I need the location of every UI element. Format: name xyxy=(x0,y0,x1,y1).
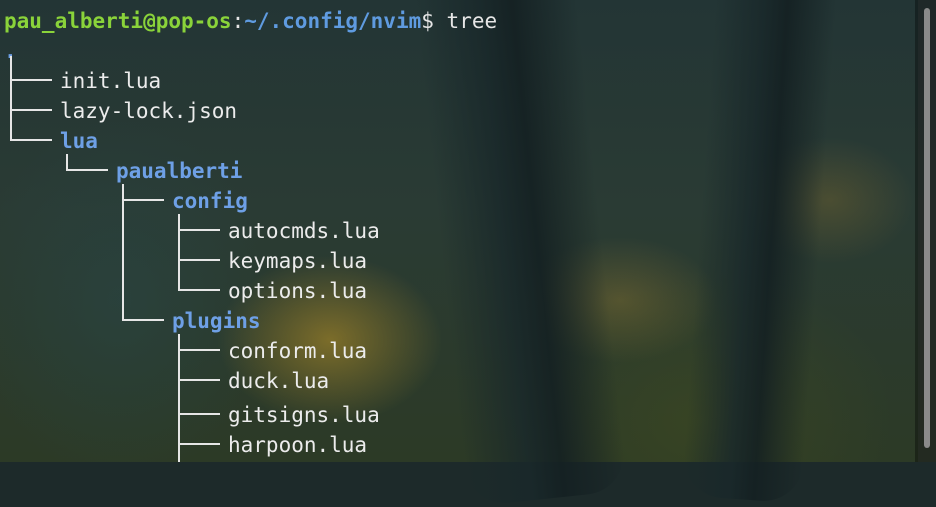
tree-file: harpoon.lua xyxy=(228,433,368,457)
tree-guide xyxy=(10,139,52,141)
tree-guide xyxy=(178,289,220,291)
tree-file: duck.lua xyxy=(228,369,330,393)
tree-guide xyxy=(178,396,180,462)
scrollbar-thumb[interactable] xyxy=(924,8,930,448)
tree-file: gitsigns.lua xyxy=(228,403,380,427)
command-text: tree xyxy=(433,9,498,33)
tree-guide xyxy=(178,349,220,351)
tree-guide xyxy=(122,184,124,319)
prompt-user-host: pau_alberti@pop-os xyxy=(4,9,232,33)
tree-guide xyxy=(178,379,220,381)
scrollbar[interactable] xyxy=(918,0,936,462)
tree-guide xyxy=(178,229,220,231)
tree-file: keymaps.lua xyxy=(228,249,368,273)
tree-dir: plugins xyxy=(172,309,261,333)
terminal-output[interactable]: pau_alberti@pop-os:~/.config/nvim$ tree … xyxy=(4,6,912,414)
tree-guide xyxy=(10,109,52,111)
tree-file: init.lua xyxy=(60,69,162,93)
tree-dir: paualberti xyxy=(116,159,243,183)
prompt-path: ~/.config/nvim xyxy=(244,9,422,33)
prompt-colon: : xyxy=(231,9,245,33)
tree-guide xyxy=(122,199,164,201)
tree-guide xyxy=(10,79,52,81)
directory-tree: init.lua lazy-lock.json lua paualberti c… xyxy=(4,56,912,414)
tree-continuation: gitsigns.lua harpoon.lua xyxy=(4,396,604,462)
tree-guide xyxy=(178,214,180,289)
tree-guide xyxy=(122,319,164,321)
prompt-symbol: $ xyxy=(421,9,434,33)
tree-guide xyxy=(178,259,220,261)
tree-guide xyxy=(178,413,220,415)
prompt-line: pau_alberti@pop-os:~/.config/nvim$ tree xyxy=(4,6,912,36)
tree-guide xyxy=(66,154,68,169)
tree-file: autocmds.lua xyxy=(228,219,380,243)
tree-dir: lua xyxy=(60,129,98,153)
tree-dir: config xyxy=(172,189,248,213)
tree-root: . xyxy=(4,36,912,66)
tree-guide xyxy=(10,56,12,139)
tree-file: options.lua xyxy=(228,279,368,303)
tree-guide xyxy=(66,169,108,171)
tree-file: lazy-lock.json xyxy=(60,99,238,123)
tree-guide xyxy=(178,443,220,445)
tree-file: conform.lua xyxy=(228,339,368,363)
